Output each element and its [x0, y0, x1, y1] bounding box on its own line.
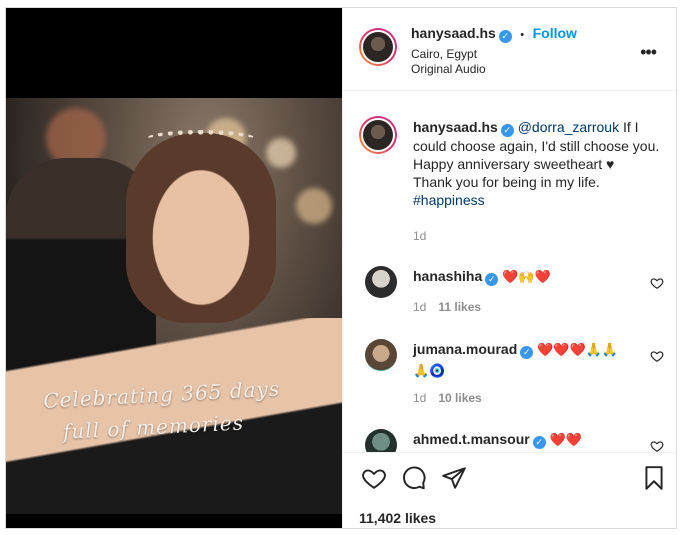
comment-body: ❤️❤️: [549, 432, 582, 447]
post-photo: Celebrating 365 days full of memories: [6, 98, 342, 514]
post-location[interactable]: Cairo, Egypt: [411, 47, 477, 61]
heart-icon[interactable]: [361, 465, 387, 491]
caption-text: hanysaad.hs ✓ @dorra_zarrouk If I could c…: [413, 118, 671, 209]
comment-meta: 1d 10 likes: [413, 391, 482, 405]
commenter-avatar[interactable]: [365, 266, 397, 298]
comment-text: jumana.mourad ✓ ❤️❤️❤️🙏🙏 🙏🧿: [413, 339, 633, 381]
comment-likes[interactable]: 11 likes: [438, 300, 481, 314]
post-header: hanysaad.hs ✓ • Follow Cairo, Egypt Origi…: [343, 8, 676, 91]
commenter-avatar[interactable]: [365, 339, 397, 371]
verified-badge-icon: ✓: [498, 30, 512, 43]
verified-badge-icon: ✓: [520, 346, 534, 359]
more-options-icon[interactable]: •••: [640, 42, 657, 63]
like-comment-heart-icon[interactable]: [650, 276, 664, 290]
caption-username[interactable]: hanysaad.hs: [413, 119, 498, 135]
bokeh-light: [266, 138, 296, 168]
comment-time[interactable]: 1d: [413, 391, 426, 405]
bookmark-icon[interactable]: [641, 465, 667, 491]
author-username[interactable]: hanysaad.hs: [411, 25, 496, 41]
comment-icon[interactable]: [401, 465, 427, 491]
share-icon[interactable]: [441, 465, 467, 491]
bokeh-light: [296, 188, 332, 224]
comment-time[interactable]: 1d: [413, 300, 426, 314]
comment-meta: 1d 11 likes: [413, 300, 481, 314]
like-comment-heart-icon[interactable]: [650, 349, 664, 363]
caption-time[interactable]: 1d: [413, 229, 426, 243]
comment-text: ahmed.t.mansour ✓ ❤️❤️: [413, 429, 633, 450]
bride-figure: [126, 133, 276, 323]
commenter-username[interactable]: ahmed.t.mansour: [413, 431, 530, 447]
caption-body-2: Thank you for being in my life.: [413, 174, 600, 190]
comments-list[interactable]: hanysaad.hs ✓ @dorra_zarrouk If I could c…: [343, 92, 676, 452]
comment-body: ❤️🙌❤️: [502, 269, 551, 284]
caption-mention[interactable]: @dorra_zarrouk: [518, 119, 619, 135]
author-line: hanysaad.hs ✓ • Follow: [411, 25, 577, 43]
author-avatar[interactable]: [359, 28, 397, 66]
commenter-username[interactable]: hanashiha: [413, 268, 482, 284]
tiara: [146, 130, 256, 148]
verified-badge-icon: ✓: [500, 124, 514, 137]
post-media[interactable]: Celebrating 365 days full of memories: [6, 8, 342, 528]
post-actions: 11,402 likes: [343, 452, 676, 528]
verified-badge-icon: ✓: [485, 273, 499, 286]
like-comment-heart-icon[interactable]: [650, 439, 664, 452]
likes-count[interactable]: 11,402 likes: [359, 510, 436, 526]
post-side-panel: hanysaad.hs ✓ • Follow Cairo, Egypt Origi…: [342, 8, 676, 528]
commenter-avatar[interactable]: [365, 429, 397, 452]
caption-hashtag[interactable]: #happiness: [413, 192, 485, 208]
comment-likes[interactable]: 10 likes: [438, 391, 481, 405]
verified-badge-icon: ✓: [532, 436, 546, 449]
caption-avatar[interactable]: [359, 116, 397, 154]
post-audio[interactable]: Original Audio: [411, 62, 486, 76]
follow-button[interactable]: Follow: [533, 25, 577, 41]
comment-text: hanashiha ✓ ❤️🙌❤️: [413, 266, 633, 287]
overlay-text: Celebrating 365 days full of memories: [42, 376, 281, 444]
separator-dot: •: [520, 29, 525, 41]
post-modal: Celebrating 365 days full of memories ha…: [5, 7, 677, 529]
commenter-username[interactable]: jumana.mourad: [413, 341, 517, 357]
